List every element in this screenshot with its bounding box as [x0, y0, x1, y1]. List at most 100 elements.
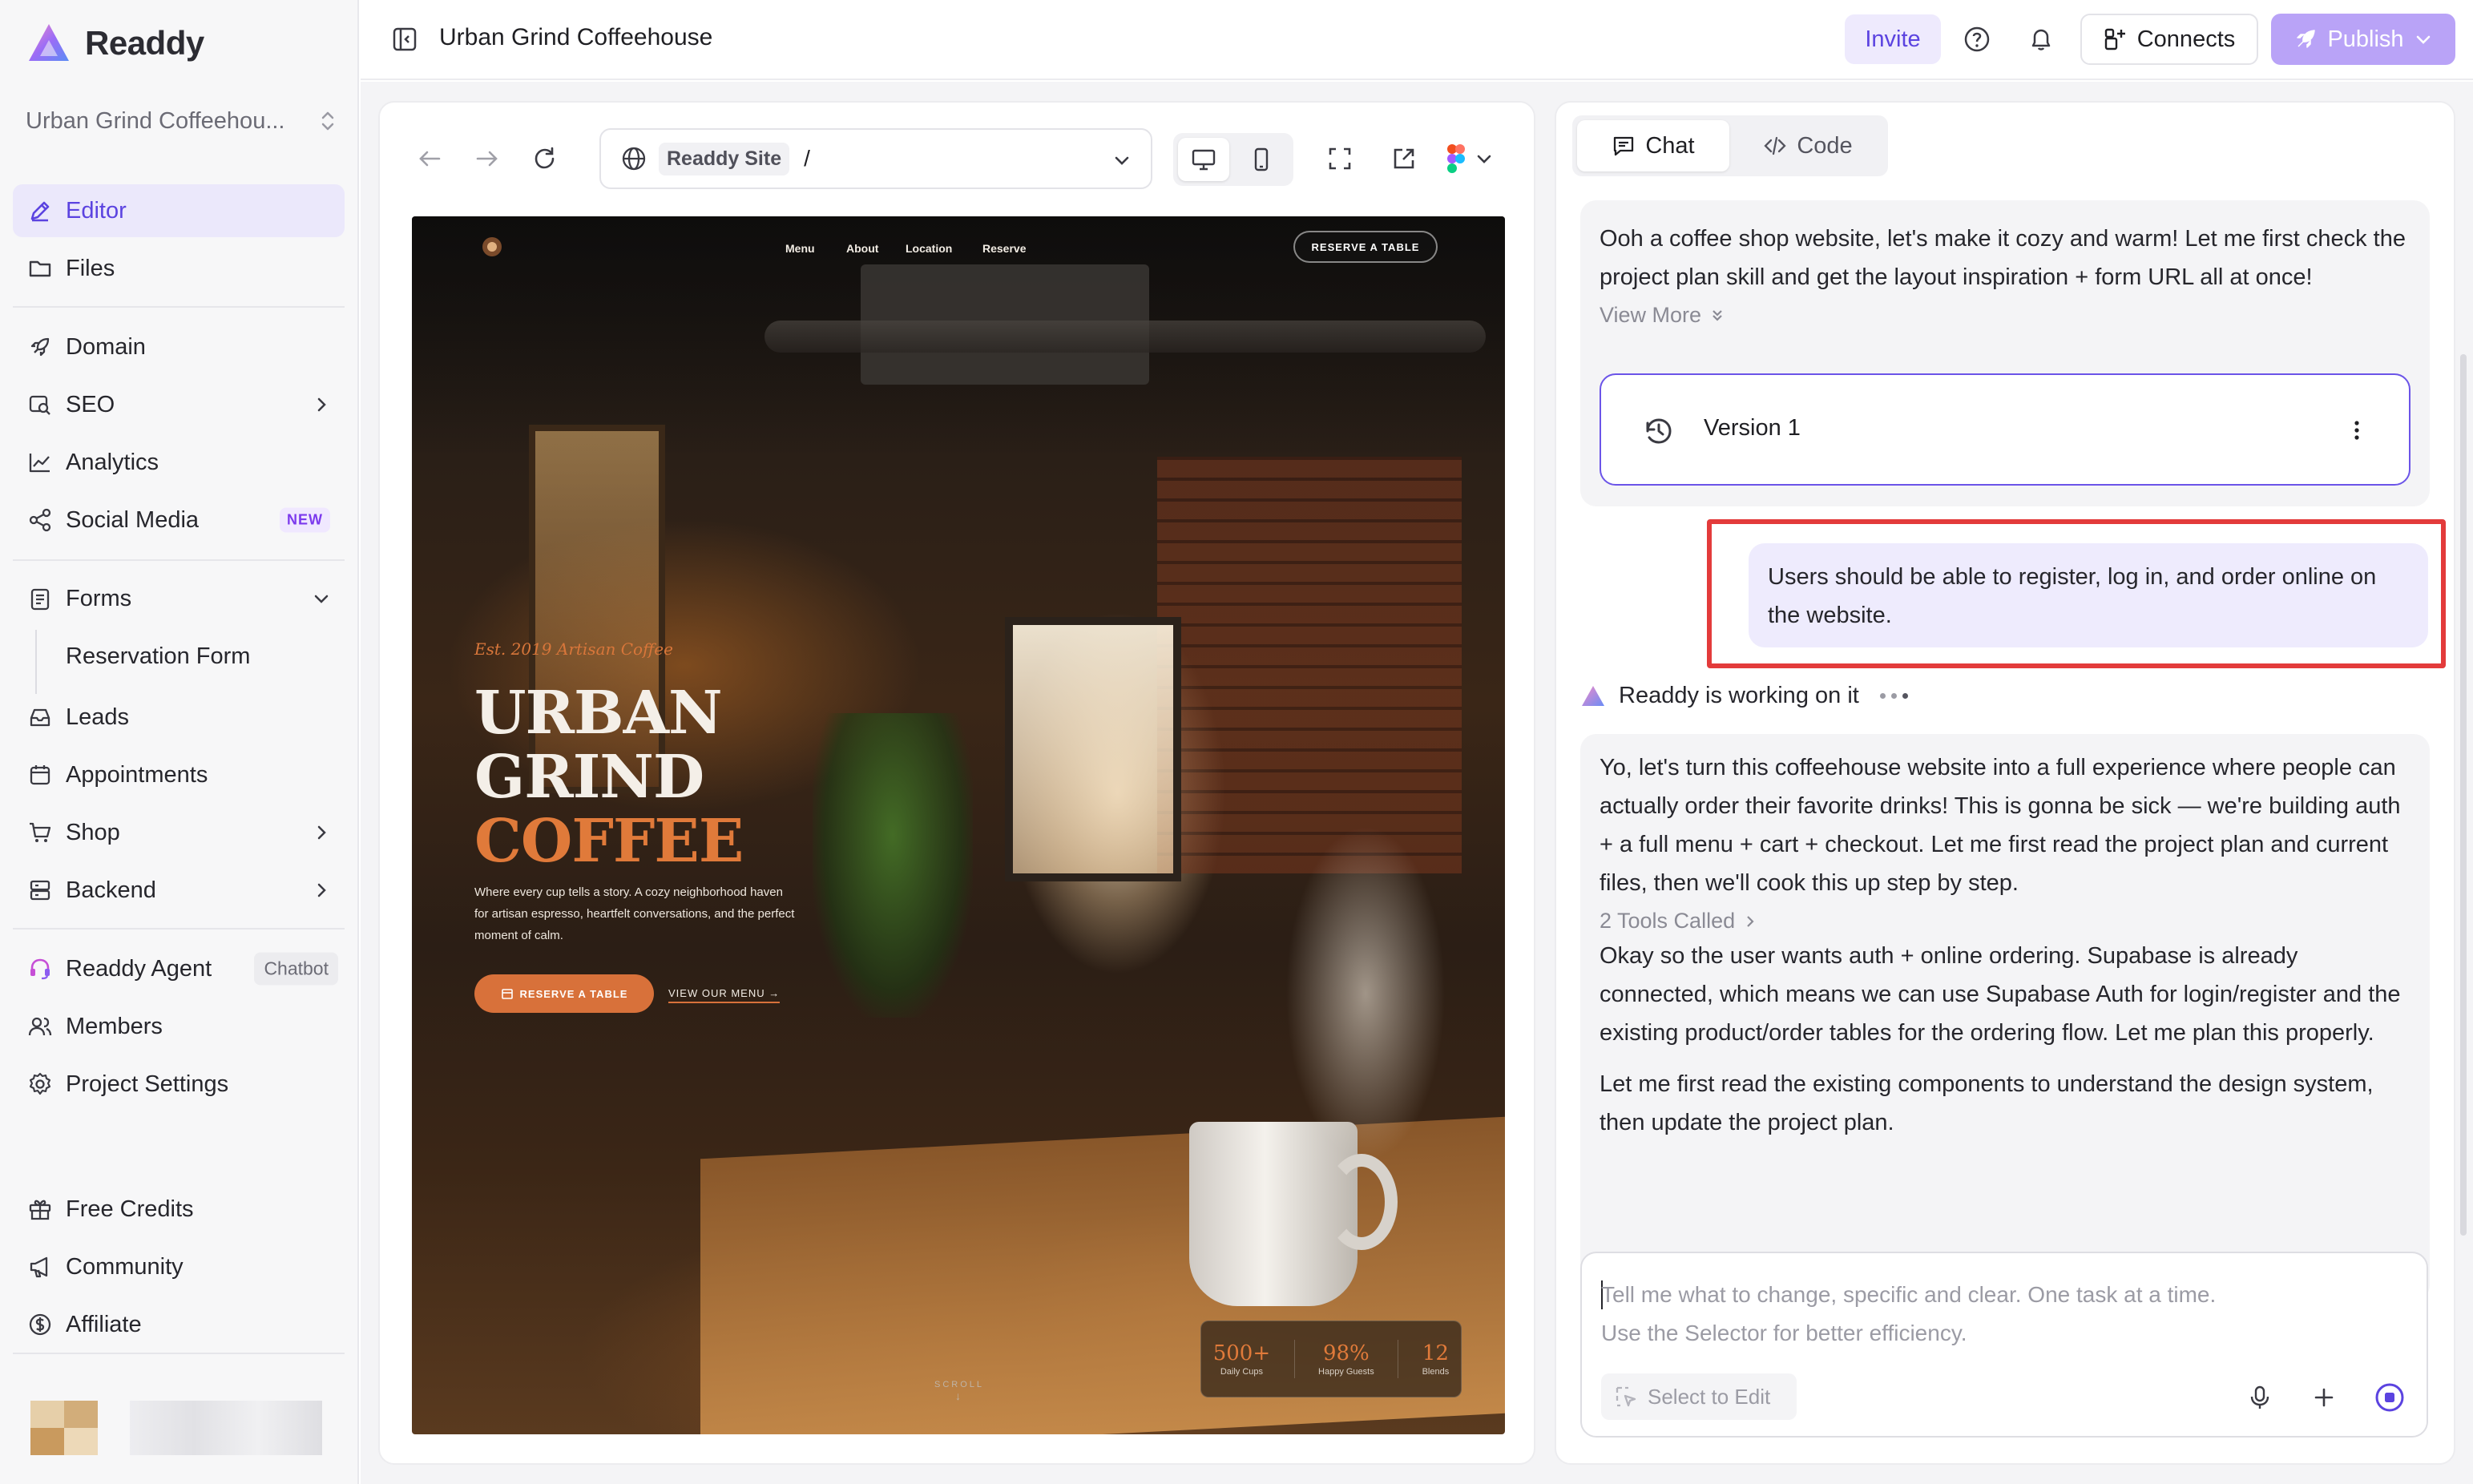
calendar-icon [501, 989, 513, 999]
assistant-message: Yo, let's turn this coffeehouse website … [1580, 734, 2430, 1301]
select-to-edit-button[interactable]: Select to Edit [1601, 1373, 1797, 1420]
headline-line: URBAN [474, 679, 723, 748]
plus-icon[interactable] [2310, 1383, 2338, 1412]
mobile-icon [1254, 147, 1269, 171]
sidebar-item-files[interactable]: Files [13, 242, 345, 295]
message-text: Let me first read the existing component… [1600, 1071, 2374, 1135]
site-reserve-button[interactable]: RESERVE A TABLE [1293, 231, 1438, 263]
globe-icon [622, 147, 646, 171]
desktop-view-button[interactable] [1178, 138, 1229, 181]
figma-menu[interactable] [1446, 143, 1505, 175]
sidebar-item-social-media[interactable]: Social Media NEW [13, 494, 345, 546]
site-reserve-table-button[interactable]: RESERVE A TABLE [474, 974, 654, 1013]
back-arrow-icon[interactable] [415, 144, 444, 173]
sidebar-item-members[interactable]: Members [13, 1000, 345, 1053]
stop-icon[interactable] [2374, 1381, 2406, 1413]
stat-value: 500+ [1212, 1341, 1271, 1365]
site-logo-icon [482, 237, 502, 256]
app-logo[interactable]: Readdy [26, 21, 204, 66]
sidebar-toggle-icon[interactable] [391, 26, 418, 53]
sidebar-item-label: Forms [66, 585, 132, 611]
top-bar: Urban Grind Coffeehouse Invite Connects … [361, 0, 2473, 80]
chat-scrollbar[interactable] [2460, 354, 2467, 1236]
sidebar-item-label: Readdy Agent [66, 955, 212, 982]
rocket-icon [30, 337, 50, 357]
window [1005, 617, 1181, 881]
publish-button[interactable]: Publish [2271, 14, 2455, 65]
project-name: Urban Grind Coffeehou... [26, 107, 285, 134]
stat-label: Blends [1422, 1367, 1450, 1377]
connects-button[interactable]: Connects [2080, 14, 2258, 65]
device-toggle [1173, 133, 1293, 186]
sidebar-item-label: Appointments [66, 761, 208, 788]
site-nav-reserve[interactable]: Reserve [982, 242, 1027, 255]
project-switcher[interactable]: Urban Grind Coffeehou... [26, 103, 337, 139]
app-name: Readdy [85, 24, 204, 62]
version-card[interactable]: Version 1 [1600, 373, 2410, 486]
mobile-view-button[interactable] [1236, 138, 1287, 181]
sidebar-item-label: Affiliate [66, 1311, 142, 1337]
sidebar-item-shop[interactable]: Shop [13, 806, 345, 859]
url-path: / [804, 146, 810, 171]
sidebar-item-project-settings[interactable]: Project Settings [13, 1058, 345, 1111]
invite-button[interactable]: Invite [1845, 14, 1941, 64]
sidebar-item-forms[interactable]: Forms [13, 572, 345, 625]
composer-placeholder: Tell me what to change, specific and cle… [1601, 1276, 2216, 1353]
site-nav-location[interactable]: Location [906, 242, 952, 255]
workspace: Readdy Site / Menu About Location Reserv… [361, 82, 2473, 1484]
stat-item: 500+ Daily Cups [1213, 1341, 1270, 1377]
bell-icon[interactable] [2026, 24, 2056, 54]
more-vertical-icon[interactable] [2343, 417, 2370, 444]
avatar [64, 1401, 98, 1428]
sidebar-item-analytics[interactable]: Analytics [13, 436, 345, 489]
fullscreen-icon[interactable] [1325, 144, 1354, 173]
sidebar-item-free-credits[interactable]: Free Credits [13, 1183, 345, 1236]
url-bar[interactable]: Readdy Site / [599, 128, 1152, 189]
submenu-guide [35, 630, 37, 694]
sidebar-item-label: Reservation Form [66, 643, 251, 669]
message-text: Ooh a coffee shop website, let's make it… [1600, 226, 2406, 290]
working-status: Readdy is working on it [1580, 683, 1908, 709]
help-icon[interactable] [1962, 24, 1992, 54]
brick-wall [1157, 457, 1462, 873]
site-view-menu-link[interactable]: VIEW OUR MENU → [668, 987, 781, 1003]
site-nav-menu[interactable]: Menu [785, 242, 815, 255]
forward-arrow-icon[interactable] [473, 144, 502, 173]
stat-item: 98% Happy Guests [1318, 1341, 1374, 1377]
sidebar-item-affiliate[interactable]: Affiliate [13, 1298, 345, 1351]
headline-line: GRIND [474, 743, 704, 812]
stat-item: 12 Blends [1422, 1341, 1450, 1377]
sidebar-item-readdy-agent[interactable]: Readdy Agent Chatbot [13, 942, 345, 995]
inbox-icon [30, 708, 50, 727]
sidebar-item-domain[interactable]: Domain [13, 321, 345, 373]
message-text: Yo, let's turn this coffeehouse website … [1600, 755, 2401, 896]
sidebar-item-editor[interactable]: Editor [13, 184, 345, 237]
tab-code[interactable]: Code [1733, 120, 1883, 171]
microphone-icon[interactable] [2245, 1383, 2274, 1412]
sidebar-item-community[interactable]: Community [13, 1240, 345, 1293]
website-preview[interactable]: Menu About Location Reserve RESERVE A TA… [412, 216, 1505, 1434]
sidebar-item-seo[interactable]: SEO [13, 378, 345, 431]
sidebar: Readdy Urban Grind Coffeehou... Editor F… [0, 0, 359, 1484]
duct-pipe [764, 321, 1486, 353]
version-label: Version 1 [1704, 415, 1801, 441]
refresh-icon[interactable] [531, 144, 559, 173]
chat-composer[interactable]: Tell me what to change, specific and cle… [1580, 1252, 2428, 1438]
sidebar-item-label: SEO [66, 391, 115, 417]
external-link-icon[interactable] [1390, 144, 1418, 173]
sidebar-item-label: Leads [66, 704, 130, 730]
tools-called-toggle[interactable]: 2 Tools Called [1600, 909, 2410, 934]
site-description: Where every cup tells a story. A cozy ne… [474, 885, 795, 942]
sidebar-item-leads[interactable]: Leads [13, 691, 345, 744]
site-chip: Readdy Site [659, 142, 790, 175]
double-chevron-down-icon [1713, 309, 1722, 321]
sidebar-item-appointments[interactable]: Appointments [13, 748, 345, 801]
site-nav-about[interactable]: About [846, 242, 878, 255]
sidebar-item-reservation-form[interactable]: Reservation Form [13, 630, 345, 683]
view-more-link[interactable]: View More [1600, 303, 2410, 328]
chevron-right-icon [317, 883, 326, 897]
tab-chat[interactable]: Chat [1577, 120, 1729, 171]
grid-plus-icon [2104, 28, 2125, 50]
chevron-down-icon [314, 595, 329, 603]
sidebar-item-backend[interactable]: Backend [13, 864, 345, 917]
